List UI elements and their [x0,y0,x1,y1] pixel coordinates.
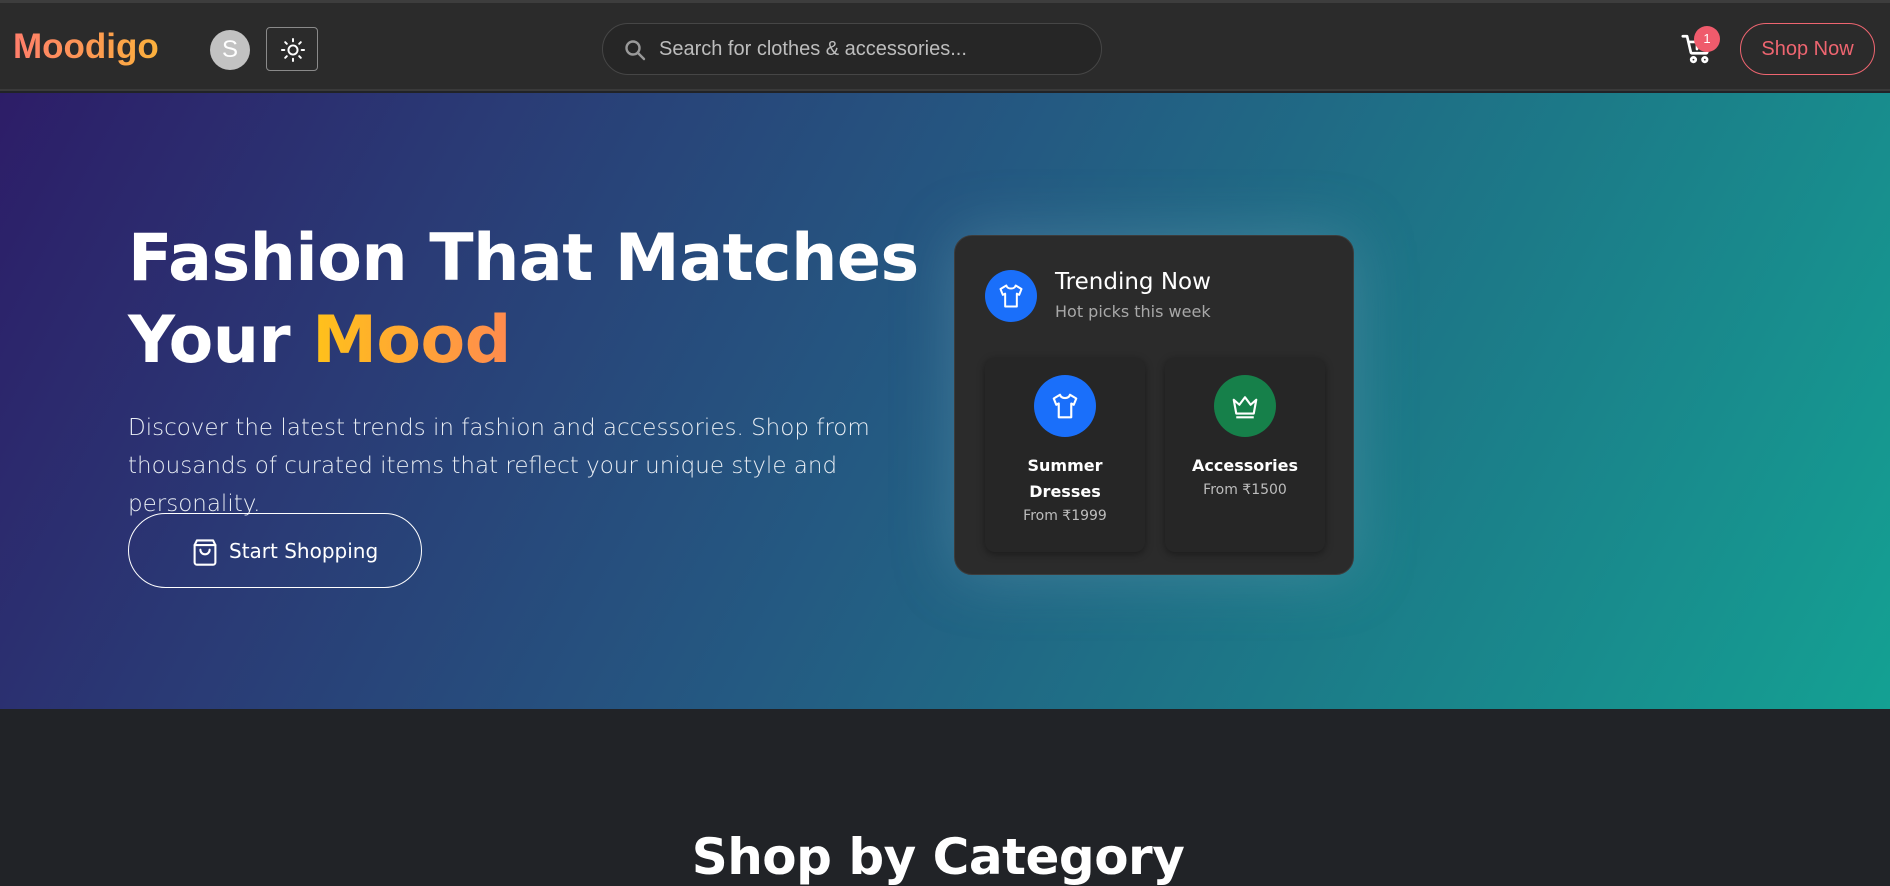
start-shopping-label: Start Shopping [229,539,379,563]
search-bar [602,23,1102,75]
hero-title-prefix: Your [128,303,313,378]
hero-title-line1: Fashion That Matches [128,221,919,296]
trending-item-price: From ₹1500 [1203,482,1287,498]
hero-description: Discover the latest trends in fashion an… [128,415,870,517]
trending-item-icon-bg [1214,375,1276,437]
shop-by-category-heading: Shop by Category [691,828,1185,886]
trending-item-icon-bg [1034,375,1096,437]
trending-title: Trending Now [1055,269,1211,295]
trending-item-name: Summer Dresses [1027,456,1103,501]
shop-now-button[interactable]: Shop Now [1740,23,1875,75]
search-input[interactable] [659,24,1089,74]
hero-title: Fashion That Matches Your Mood [128,218,928,382]
user-avatar[interactable]: S [210,30,250,70]
theme-toggle-button[interactable] [266,27,318,71]
shirt-icon [999,284,1023,308]
trending-item-accessories[interactable]: Accessories From ₹1500 [1165,358,1325,552]
start-shopping-button[interactable]: Start Shopping [128,513,422,588]
navbar: Moodigo S 1 Shop Now [0,3,1890,91]
brand-logo[interactable]: Moodigo [13,27,159,67]
trending-badge [985,270,1037,322]
sun-icon [280,37,306,63]
trending-item-summer-dresses[interactable]: Summer Dresses From ₹1999 [985,358,1145,552]
hero-section: Fashion That Matches Your Mood Discover … [0,93,1890,709]
crown-icon [1232,396,1258,419]
trending-item-price: From ₹1999 [1023,508,1107,524]
trending-card: Trending Now Hot picks this week Summer … [954,235,1354,575]
trending-subtitle: Hot picks this week [1055,302,1211,321]
shopping-bag-icon [193,539,217,566]
hero-title-accent: Mood [312,303,511,378]
shirt-icon [1052,393,1078,419]
search-icon [625,40,646,61]
cart-count-badge: 1 [1694,26,1720,52]
trending-item-name: Accessories [1192,456,1298,475]
